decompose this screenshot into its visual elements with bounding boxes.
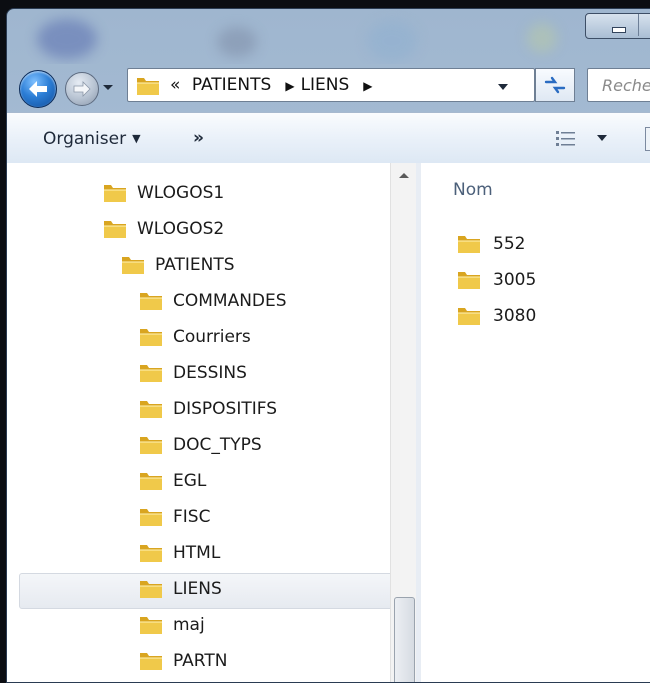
folder-icon (140, 581, 162, 598)
file-list-pane: Nom 552 3005 3080 (421, 163, 650, 682)
sidebar-item-label: DISPOSITIFS (173, 399, 278, 419)
forward-button[interactable] (65, 72, 99, 106)
sidebar-item-label: DESSINS (173, 363, 247, 383)
explorer-window: « PATIENTS ▶ LIENS ▶ Reche Organiser ▼ » (6, 8, 650, 683)
folder-icon (104, 221, 126, 238)
refresh-icon (544, 76, 566, 94)
sidebar-item-label: WLOGOS1 (137, 183, 225, 203)
folder-icon (140, 653, 162, 670)
folder-icon (140, 365, 162, 382)
breadcrumb-separator-icon[interactable]: ▶ (363, 79, 372, 93)
folder-icon (104, 185, 126, 202)
folder-icon (140, 401, 162, 418)
sidebar-item-label: EGL (173, 471, 207, 491)
scroll-thumb[interactable] (394, 597, 415, 682)
folder-icon (458, 236, 480, 253)
chevron-down-icon: ▼ (132, 132, 141, 145)
file-name: 3005 (493, 270, 537, 290)
search-input[interactable]: Reche (602, 76, 650, 95)
column-header-name[interactable]: Nom (453, 180, 493, 200)
search-box[interactable]: Reche (587, 68, 650, 102)
view-dropdown-icon[interactable] (597, 134, 607, 142)
scroll-up-icon[interactable] (391, 163, 416, 189)
sidebar-item-label: PATIENTS (155, 255, 235, 275)
command-bar: Organiser ▼ » (7, 112, 650, 164)
window-buttons (585, 13, 650, 39)
address-dropdown-icon[interactable] (496, 81, 510, 93)
organise-button[interactable]: Organiser ▼ (43, 129, 141, 149)
pane-toggle-edge[interactable] (645, 127, 650, 151)
back-button[interactable] (19, 70, 57, 108)
sidebar-item-label: DOC_TYPS (173, 435, 262, 455)
folder-icon (140, 437, 162, 454)
minimize-button[interactable] (598, 14, 639, 36)
breadcrumb-separator-icon[interactable]: ▶ (285, 79, 294, 93)
more-commands-button[interactable]: » (193, 128, 204, 148)
sidebar-item-label: maj (173, 615, 205, 635)
breadcrumb-liens[interactable]: LIENS (301, 75, 350, 95)
navigation-bar: « PATIENTS ▶ LIENS ▶ Reche (7, 65, 650, 109)
back-arrow-icon (29, 81, 47, 97)
file-name: 3080 (493, 306, 537, 326)
folder-icon (137, 78, 159, 95)
sidebar-item-label: LIENS (173, 579, 222, 599)
organise-label: Organiser (43, 129, 127, 149)
view-options-icon[interactable] (555, 129, 577, 147)
sidebar-item-label: HTML (173, 543, 221, 563)
folder-icon (140, 509, 162, 526)
address-bar[interactable]: « PATIENTS ▶ LIENS ▶ (127, 68, 535, 102)
aero-glass-background (7, 9, 650, 64)
breadcrumb-overflow[interactable]: « (170, 75, 180, 95)
navigation-pane: WLOGOS1 WLOGOS2 PATIENTS COMMANDES Courriers… (7, 163, 416, 682)
folder-icon (140, 545, 162, 562)
folder-icon (458, 308, 480, 325)
folder-icon (458, 272, 480, 289)
breadcrumb-patients[interactable]: PATIENTS (192, 75, 272, 95)
folder-icon (140, 617, 162, 634)
navigation-scrollbar[interactable] (390, 163, 416, 682)
folder-icon (140, 329, 162, 346)
breadcrumb: « PATIENTS ▶ LIENS ▶ (170, 75, 379, 95)
sidebar-item-label: FISC (173, 507, 211, 527)
folder-icon (122, 257, 144, 274)
sidebar-item-label: Courriers (173, 327, 251, 347)
file-name: 552 (493, 234, 526, 254)
folder-icon (140, 293, 162, 310)
recent-pages-arrow-icon[interactable] (101, 79, 115, 95)
refresh-button[interactable] (535, 68, 575, 102)
sidebar-item-label: PARTN (173, 651, 228, 671)
sidebar-item-label: COMMANDES (173, 291, 287, 311)
forward-arrow-icon (73, 81, 91, 97)
sidebar-item-label: WLOGOS2 (137, 219, 225, 239)
folder-icon (140, 473, 162, 490)
